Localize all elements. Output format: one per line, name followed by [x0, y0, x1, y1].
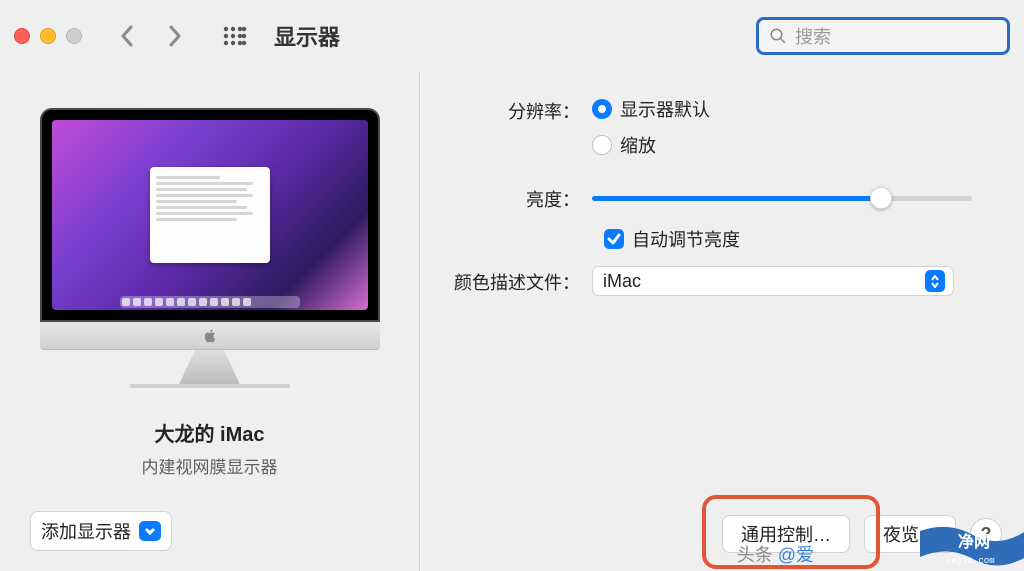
color-profile-value: iMac [603, 271, 925, 292]
toolbar: 显示器 搜索 [0, 0, 1024, 72]
imac-stand [174, 350, 246, 384]
right-pane: 分辨率： 显示器默认 缩放 亮度： [420, 72, 1024, 571]
badge-title: 净网 [958, 532, 990, 551]
checkmark-icon [607, 232, 621, 246]
show-all-button[interactable] [220, 23, 250, 49]
slider-fill [592, 196, 881, 201]
page-title: 显示器 [274, 20, 340, 52]
window-root: 显示器 搜索 [0, 0, 1024, 571]
color-profile-select[interactable]: iMac [592, 266, 954, 296]
imac-screen [40, 108, 380, 322]
back-button[interactable] [112, 21, 142, 51]
search-input[interactable]: 搜索 [756, 17, 1010, 55]
search-placeholder: 搜索 [795, 23, 831, 49]
auto-brightness-label: 自动调节亮度 [632, 226, 740, 252]
chevron-down-icon [931, 282, 939, 288]
dock [120, 296, 300, 308]
resolution-default-option[interactable]: 显示器默认 [592, 96, 1002, 122]
resolution-scaled-option[interactable]: 缩放 [592, 132, 1002, 158]
preview-window [150, 167, 270, 263]
slider-knob [870, 187, 892, 209]
radio-off-icon [592, 135, 612, 155]
watermark-badge: 净网 xajjn.com [918, 525, 1024, 571]
traffic-lights [14, 28, 82, 44]
resolution-default-label: 显示器默认 [620, 96, 710, 122]
left-pane: 大龙的 iMac 内建视网膜显示器 添加显示器 [0, 72, 420, 571]
resolution-label: 分辨率： [420, 96, 592, 124]
badge-url: xajjn.com [946, 556, 995, 566]
auto-brightness-checkbox[interactable]: 自动调节亮度 [604, 226, 1002, 252]
resolution-row: 分辨率： 显示器默认 缩放 [420, 96, 1002, 158]
close-button[interactable] [14, 28, 30, 44]
minimize-button[interactable] [40, 28, 56, 44]
search-icon [769, 27, 787, 45]
color-profile-label: 颜色描述文件： [420, 267, 592, 295]
nav-arrows [112, 21, 190, 51]
select-arrows [925, 270, 945, 292]
maximize-button[interactable] [66, 28, 82, 44]
desktop-wallpaper [52, 120, 368, 310]
add-display-button[interactable]: 添加显示器 [30, 511, 172, 551]
resolution-scaled-label: 缩放 [620, 132, 656, 158]
brightness-row: 亮度： [420, 184, 1002, 212]
radio-on-icon [592, 99, 612, 119]
watermark-text: 头条 @爱 [737, 541, 814, 567]
chevron-up-icon [931, 275, 939, 281]
add-display-label: 添加显示器 [41, 518, 131, 544]
chevron-right-icon [166, 24, 184, 48]
imac-foot [130, 384, 290, 388]
add-display-chevron [139, 521, 161, 541]
device-subtitle: 内建视网膜显示器 [142, 453, 278, 478]
content: 大龙的 iMac 内建视网膜显示器 添加显示器 分辨率： 显示器默认 [0, 72, 1024, 571]
display-preview [40, 108, 380, 388]
brightness-label: 亮度： [420, 184, 592, 212]
forward-button[interactable] [160, 21, 190, 51]
imac-chin [40, 322, 380, 350]
color-profile-row: 颜色描述文件： iMac [420, 266, 1002, 296]
grid-icon [223, 26, 247, 46]
device-name: 大龙的 iMac [154, 418, 264, 447]
apple-logo-icon [204, 329, 216, 343]
chevron-left-icon [118, 24, 136, 48]
brightness-slider[interactable] [592, 188, 972, 208]
chevron-down-icon [144, 525, 156, 537]
checkbox-on-icon [604, 229, 624, 249]
